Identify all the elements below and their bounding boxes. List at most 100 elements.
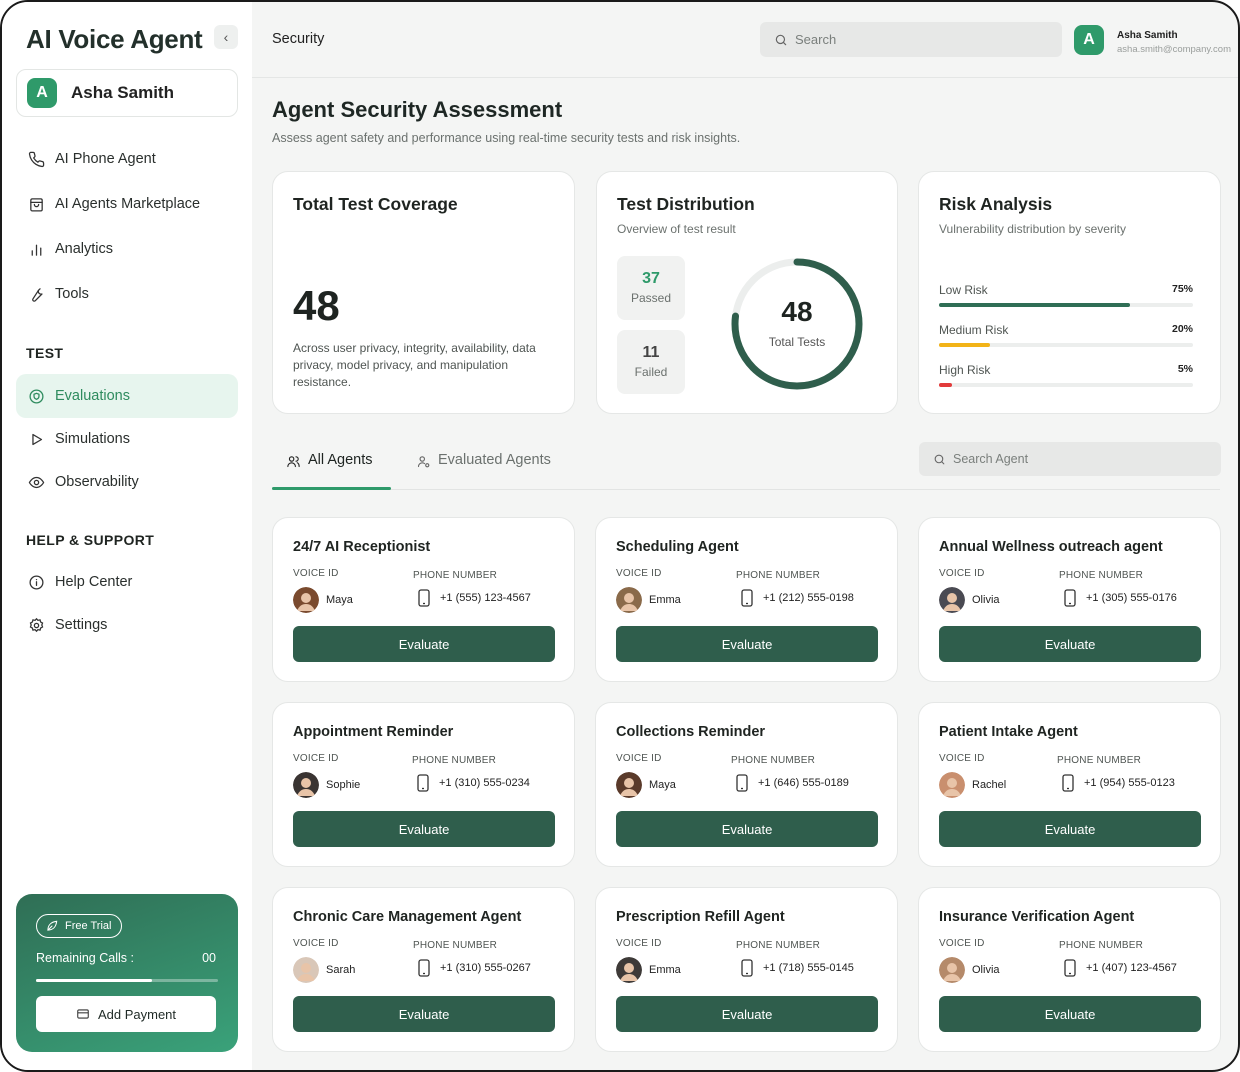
tab-evaluated-agents[interactable]: Evaluated Agents bbox=[416, 452, 551, 490]
risk-row-low: Low Risk 75% bbox=[939, 283, 1193, 307]
sidebar-item-label: Tools bbox=[55, 286, 89, 302]
agent-name: 24/7 AI Receptionist bbox=[293, 539, 431, 555]
voice-id-label: VOICE ID bbox=[616, 753, 662, 764]
agent-name: Scheduling Agent bbox=[616, 539, 739, 555]
total-tests-value: 48 bbox=[781, 296, 813, 327]
voice-name: Rachel bbox=[972, 779, 1007, 791]
sidebar-item-simulations[interactable]: Simulations bbox=[16, 419, 238, 459]
total-tests-label: Total Tests bbox=[768, 335, 826, 349]
risk-percent: 75% bbox=[1171, 283, 1193, 295]
info-icon bbox=[29, 574, 44, 590]
agent-name: Patient Intake Agent bbox=[939, 724, 1078, 740]
risk-subtitle: Vulnerability distribution by severity bbox=[939, 222, 1126, 236]
free-trial-label: Free Trial bbox=[65, 920, 112, 932]
mobile-phone-icon bbox=[741, 959, 753, 977]
phone-number-label: PHONE NUMBER bbox=[413, 570, 498, 581]
phone-number-value: +1 (954) 555-0123 bbox=[1084, 777, 1175, 789]
agent-name: Collections Reminder bbox=[616, 724, 766, 740]
sidebar-item-observability[interactable]: Observability bbox=[16, 462, 238, 502]
risk-fill-high bbox=[939, 383, 952, 387]
evaluate-button[interactable]: Evaluate bbox=[939, 996, 1201, 1032]
voice-name: Sarah bbox=[326, 964, 356, 976]
sidebar-item-label: Settings bbox=[55, 617, 108, 633]
collapse-sidebar-button[interactable]: ‹ bbox=[214, 25, 238, 49]
phone-number: +1 (954) 555-0123 bbox=[1061, 774, 1175, 792]
voice-id-label: VOICE ID bbox=[616, 938, 662, 949]
voice-name: Sophie bbox=[326, 779, 361, 791]
agent-card: Appointment Reminder VOICE ID PHONE NUMBER… bbox=[272, 702, 575, 867]
remaining-calls-progress-fill bbox=[36, 979, 153, 982]
agent-name: Chronic Care Management Agent bbox=[293, 909, 522, 925]
sidebar-item-label: Analytics bbox=[55, 241, 114, 257]
search-input[interactable]: Search bbox=[760, 22, 1062, 57]
remaining-calls-label: Remaining Calls : bbox=[36, 951, 134, 965]
agent-name: Appointment Reminder bbox=[293, 724, 454, 740]
risk-title: Risk Analysis bbox=[939, 194, 1053, 214]
user-avatar: A bbox=[27, 78, 57, 108]
play-icon bbox=[32, 433, 43, 445]
shield-icon bbox=[29, 388, 44, 404]
gear-icon bbox=[29, 617, 44, 632]
free-trial-badge: Free Trial bbox=[36, 914, 123, 938]
page-title: Agent Security Assessment bbox=[272, 97, 563, 122]
sidebar-item-help-center[interactable]: Help Center bbox=[16, 562, 238, 602]
free-trial-card: Free Trial Remaining Calls : 00 Add Paym… bbox=[16, 894, 238, 1052]
profile-avatar[interactable]: A bbox=[1074, 25, 1104, 55]
voice-id-label: VOICE ID bbox=[939, 568, 985, 579]
agent-card: Scheduling Agent VOICE ID PHONE NUMBER Emma… bbox=[595, 517, 898, 682]
add-payment-label: Add Payment bbox=[97, 1006, 177, 1022]
shopping-bag-icon bbox=[30, 197, 43, 212]
voice-id: Olivia bbox=[939, 587, 1000, 613]
page-subtitle: Assess agent safety and performance usin… bbox=[272, 131, 741, 145]
agent-card: Patient Intake Agent VOICE ID PHONE NUMBER… bbox=[918, 702, 1221, 867]
phone-number-value: +1 (310) 555-0267 bbox=[440, 962, 531, 974]
evaluate-button[interactable]: Evaluate bbox=[939, 811, 1201, 847]
sidebar-item-ai-phone-agent[interactable]: AI Phone Agent bbox=[16, 139, 238, 179]
voice-name: Maya bbox=[649, 779, 676, 791]
search-placeholder: Search bbox=[795, 32, 837, 47]
voice-id: Maya bbox=[293, 587, 353, 613]
mobile-phone-icon bbox=[1062, 774, 1074, 792]
evaluate-button[interactable]: Evaluate bbox=[293, 626, 555, 662]
tab-all-agents[interactable]: All Agents bbox=[286, 452, 373, 490]
evaluate-button[interactable]: Evaluate bbox=[939, 626, 1201, 662]
sidebar-item-ai-agents-marketplace[interactable]: AI Agents Marketplace bbox=[16, 184, 238, 224]
voice-id-label: VOICE ID bbox=[616, 568, 662, 579]
user-switcher[interactable]: A Asha Samith bbox=[16, 69, 238, 117]
search-icon bbox=[934, 454, 945, 464]
search-agent-input[interactable]: Search Agent bbox=[919, 442, 1221, 476]
breadcrumb: Security bbox=[272, 31, 325, 47]
mobile-phone-icon bbox=[417, 774, 429, 792]
add-payment-button[interactable]: Add Payment bbox=[36, 996, 216, 1032]
phone-number-value: +1 (718) 555-0145 bbox=[763, 962, 854, 974]
evaluate-button[interactable]: Evaluate bbox=[616, 626, 878, 662]
profile-email: asha.smith@company.com bbox=[1117, 44, 1232, 55]
phone-number-label: PHONE NUMBER bbox=[731, 755, 816, 766]
sidebar-item-evaluations[interactable]: Evaluations bbox=[16, 374, 238, 418]
agent-name: Prescription Refill Agent bbox=[616, 909, 785, 925]
voice-name: Olivia bbox=[972, 964, 1000, 976]
evaluate-button[interactable]: Evaluate bbox=[616, 996, 878, 1032]
agent-card: Collections Reminder VOICE ID PHONE NUMBER… bbox=[595, 702, 898, 867]
phone-number: +1 (555) 123-4567 bbox=[417, 589, 531, 607]
phone-icon bbox=[28, 151, 45, 167]
agent-card: Chronic Care Management Agent VOICE ID PHO… bbox=[272, 887, 575, 1052]
sidebar-item-tools[interactable]: Tools bbox=[16, 274, 238, 314]
phone-number: +1 (310) 555-0267 bbox=[417, 959, 531, 977]
bar-chart-icon bbox=[31, 244, 42, 256]
evaluate-button[interactable]: Evaluate bbox=[293, 996, 555, 1032]
sidebar-item-label: AI Agents Marketplace bbox=[55, 196, 201, 212]
sidebar-item-analytics[interactable]: Analytics bbox=[16, 229, 238, 269]
evaluate-button[interactable]: Evaluate bbox=[293, 811, 555, 847]
mobile-phone-icon bbox=[736, 774, 748, 792]
evaluate-button[interactable]: Evaluate bbox=[616, 811, 878, 847]
sidebar-item-label: Help Center bbox=[55, 574, 133, 590]
mobile-phone-icon bbox=[418, 589, 430, 607]
voice-avatar bbox=[616, 772, 642, 798]
phone-number: +1 (718) 555-0145 bbox=[740, 959, 854, 977]
coverage-description: Across user privacy, integrity, availabi… bbox=[293, 341, 536, 389]
wrench-icon bbox=[32, 287, 43, 302]
sidebar-item-settings[interactable]: Settings bbox=[16, 605, 238, 645]
chevron-left-icon: ‹ bbox=[223, 29, 229, 45]
topbar: Security Search A Asha Samith asha.smith… bbox=[252, 2, 1238, 78]
